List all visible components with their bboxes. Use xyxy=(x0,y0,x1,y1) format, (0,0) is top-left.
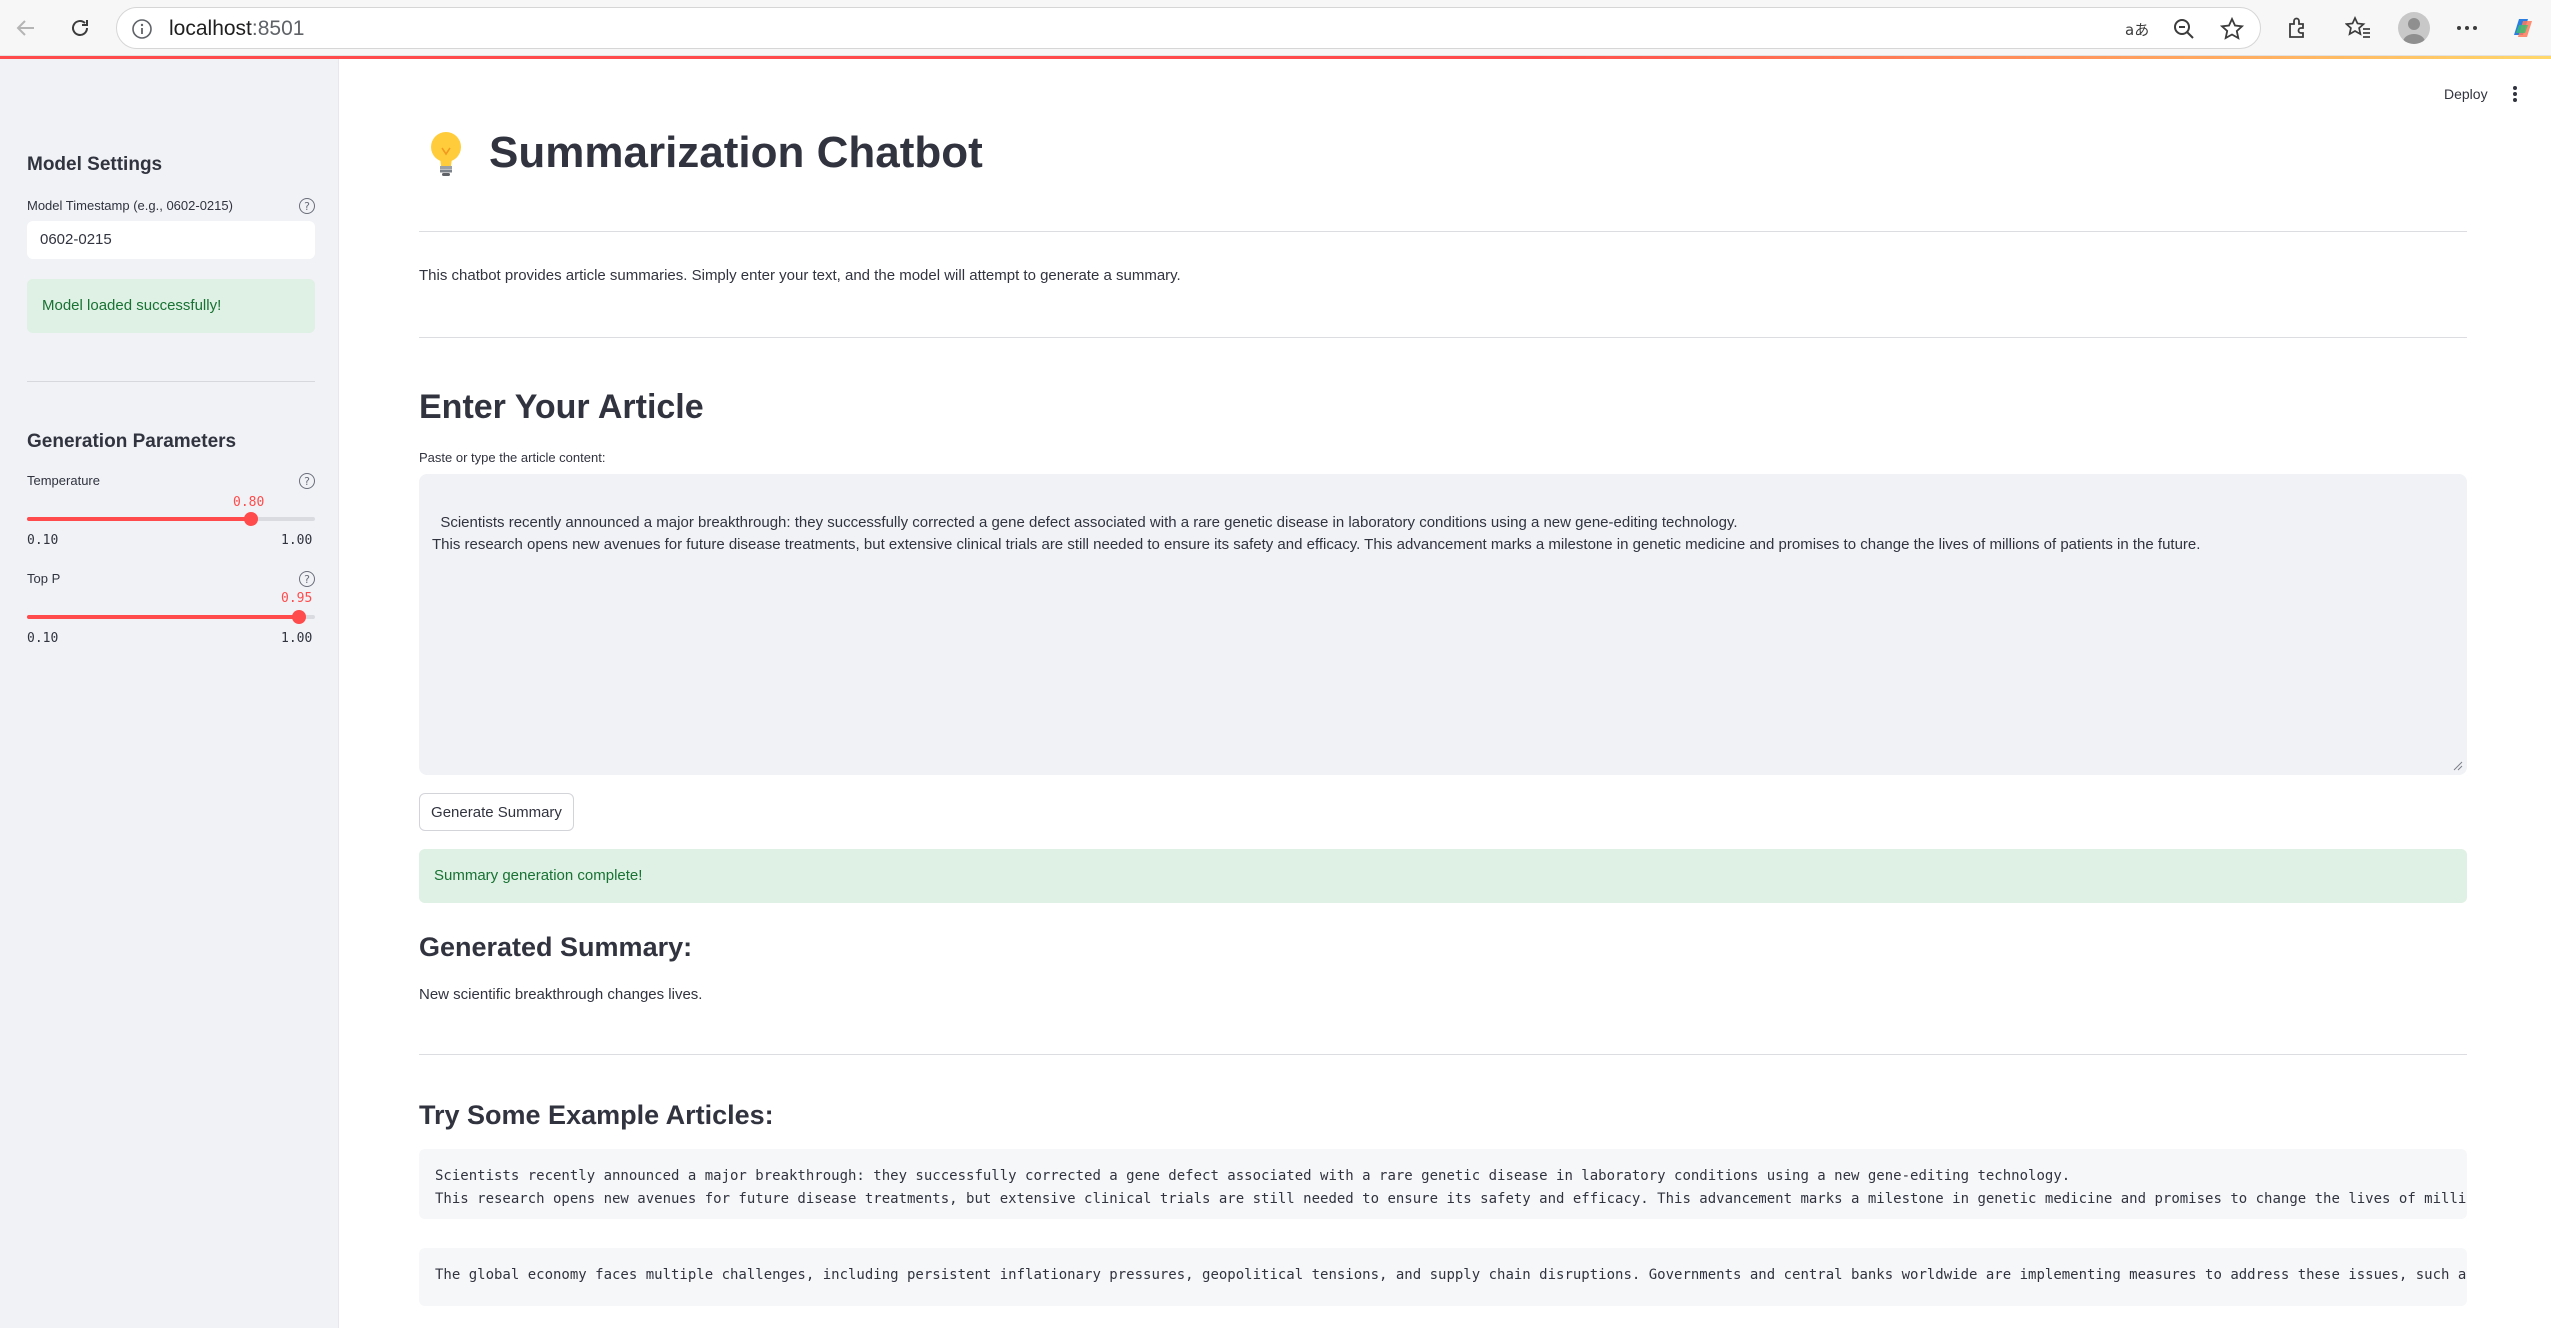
top-p-label: Top P xyxy=(27,571,61,586)
divider xyxy=(419,337,2467,338)
url-host: localhost xyxy=(169,17,252,40)
back-arrow-icon xyxy=(16,20,34,36)
help-icon[interactable]: ? xyxy=(299,198,315,214)
example-article-2[interactable]: The global economy faces multiple challe… xyxy=(419,1248,2467,1306)
copilot-button[interactable] xyxy=(2508,13,2538,43)
divider xyxy=(419,231,2467,232)
back-button[interactable] xyxy=(8,10,44,46)
url-text[interactable]: localhost:8501 xyxy=(169,17,304,41)
timestamp-label: Model Timestamp (e.g., 0602-0215) xyxy=(27,198,233,213)
help-icon[interactable]: ? xyxy=(299,473,315,489)
article-textarea-value: Scientists recently announced a major br… xyxy=(432,514,2201,553)
temperature-slider-thumb[interactable] xyxy=(244,512,258,526)
temperature-slider[interactable] xyxy=(27,512,315,526)
address-bar[interactable]: localhost:8501 aあ xyxy=(116,7,2261,49)
top-p-slider-thumb[interactable] xyxy=(292,610,306,624)
reload-icon xyxy=(72,20,88,36)
top-p-value: 0.95 xyxy=(281,591,313,606)
favorites-button[interactable] xyxy=(2343,13,2373,43)
generated-summary-heading: Generated Summary: xyxy=(419,932,693,962)
temperature-label: Temperature xyxy=(27,473,100,488)
generate-summary-button[interactable]: Generate Summary xyxy=(419,793,574,831)
page-title: Summarization Chatbot xyxy=(489,128,983,177)
examples-heading: Try Some Example Articles: xyxy=(419,1100,774,1130)
browser-toolbar: localhost:8501 aあ xyxy=(0,0,2551,56)
url-port: :8501 xyxy=(251,17,305,40)
article-input-label: Paste or type the article content: xyxy=(419,450,606,465)
help-icon[interactable]: ? xyxy=(299,571,315,587)
top-p-slider-fill xyxy=(27,615,299,619)
summary-complete-alert: Summary generation complete! xyxy=(419,849,2467,903)
extensions-icon xyxy=(2289,17,2304,38)
model-loaded-alert: Model loaded successfully! xyxy=(27,279,315,333)
top-p-max: 1.00 xyxy=(281,631,313,646)
reload-button[interactable] xyxy=(62,10,98,46)
model-settings-heading: Model Settings xyxy=(27,154,163,175)
favorites-icon xyxy=(2345,15,2370,38)
extensions-button[interactable] xyxy=(2283,13,2313,43)
top-p-min: 0.10 xyxy=(27,631,59,646)
temperature-value: 0.80 xyxy=(233,495,265,510)
temperature-slider-fill xyxy=(27,517,251,521)
divider xyxy=(419,1054,2467,1055)
profile-icon xyxy=(2403,18,2425,44)
translate-icon[interactable]: aあ xyxy=(2123,16,2149,42)
article-heading: Enter Your Article xyxy=(419,388,704,426)
zoom-out-icon[interactable] xyxy=(2171,16,2197,42)
profile-button[interactable] xyxy=(2398,12,2430,44)
info-icon[interactable] xyxy=(131,18,153,40)
resize-grip-icon[interactable] xyxy=(2453,761,2463,771)
temperature-max: 1.00 xyxy=(281,533,313,548)
kebab-menu-icon[interactable] xyxy=(2508,84,2522,104)
top-p-slider[interactable] xyxy=(27,610,315,624)
model-timestamp-input[interactable]: 0602-0215 xyxy=(27,221,315,259)
more-button[interactable] xyxy=(2452,13,2482,43)
sidebar: Model Settings Model Timestamp (e.g., 06… xyxy=(0,59,339,1328)
more-icon xyxy=(2457,26,2477,30)
intro-text: This chatbot provides article summaries.… xyxy=(419,267,1181,284)
copilot-icon xyxy=(2514,19,2532,37)
temperature-min: 0.10 xyxy=(27,533,59,548)
deploy-button[interactable]: Deploy xyxy=(2444,86,2488,102)
sidebar-divider xyxy=(27,381,315,382)
generation-parameters-heading: Generation Parameters xyxy=(27,431,237,452)
top-status-bar xyxy=(0,56,2551,59)
article-textarea[interactable]: Scientists recently announced a major br… xyxy=(419,474,2467,775)
example-article-1[interactable]: Scientists recently announced a major br… xyxy=(419,1149,2467,1219)
svg-text:aあ: aあ xyxy=(2125,21,2149,39)
star-icon[interactable] xyxy=(2219,16,2245,42)
generated-summary-text: New scientific breakthrough changes live… xyxy=(419,986,703,1003)
lightbulb-icon xyxy=(431,132,461,176)
